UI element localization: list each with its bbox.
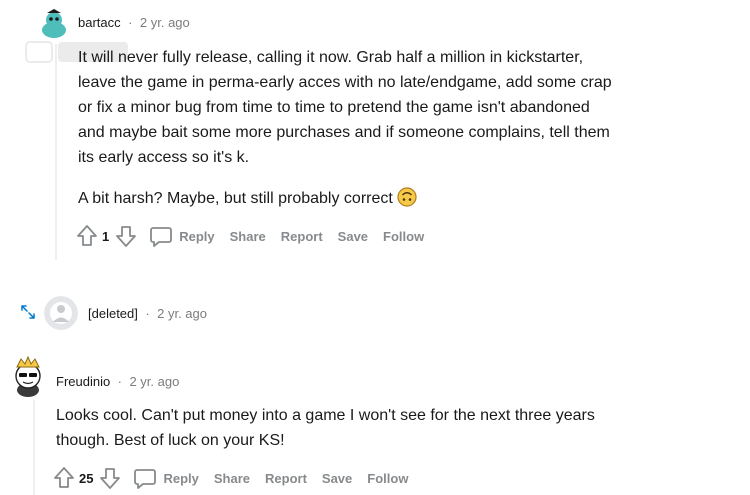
comment-body: Looks cool. Can't put money into a game … (56, 403, 746, 453)
reply-button[interactable]: Reply (179, 229, 214, 244)
save-button[interactable]: Save (322, 471, 352, 486)
downvote-icon[interactable] (99, 466, 121, 490)
vote-count: 1 (102, 228, 110, 244)
timestamp[interactable]: 2 yr. ago (157, 306, 207, 321)
expand-arrows-icon[interactable] (20, 304, 36, 320)
comment-line: leave the game in perma-early acces with… (78, 74, 612, 91)
downvote-icon[interactable] (115, 224, 137, 248)
avatar[interactable] (44, 296, 78, 330)
upside-down-face-icon (397, 187, 417, 215)
comment-line: Looks cool. Can't put money into a game … (56, 407, 595, 424)
save-button[interactable]: Save (338, 229, 368, 244)
timestamp[interactable]: 2 yr. ago (129, 374, 179, 389)
comment-line: and maybe bait some more purchases and i… (78, 124, 610, 141)
upvote-icon[interactable] (53, 466, 75, 490)
comment-line: its early access so it's k. (78, 149, 250, 166)
avatar[interactable] (37, 6, 71, 40)
meta-separator: · (128, 15, 133, 30)
comment-line: A bit harsh? Maybe, but still probably c… (78, 190, 393, 207)
report-button[interactable]: Report (281, 229, 323, 244)
username: [deleted] (88, 306, 138, 321)
meta-separator: · (145, 306, 150, 321)
username[interactable]: Freudinio (56, 374, 110, 389)
upvote-icon[interactable] (76, 224, 98, 248)
username[interactable]: bartacc (78, 15, 121, 30)
comment-line: or fix a minor bug from time to time to … (78, 99, 590, 116)
comment-bubble-icon[interactable] (133, 467, 157, 489)
thread-line[interactable] (33, 400, 35, 495)
avatar[interactable] (8, 354, 48, 398)
follow-button[interactable]: Follow (383, 229, 424, 244)
thread-line[interactable] (55, 44, 57, 260)
vote-count: 25 (79, 470, 94, 486)
comment-bubble-icon[interactable] (149, 225, 173, 247)
report-button[interactable]: Report (265, 471, 307, 486)
reply-button[interactable]: Reply (163, 471, 198, 486)
meta-separator: · (117, 374, 122, 389)
comment-line: though. Best of luck on your KS! (56, 432, 285, 449)
share-button[interactable]: Share (230, 229, 266, 244)
comment-line: It will never fully release, calling it … (78, 49, 584, 66)
comment-body: It will never fully release, calling it … (78, 45, 738, 170)
follow-button[interactable]: Follow (367, 471, 408, 486)
timestamp[interactable]: 2 yr. ago (140, 15, 190, 30)
share-button[interactable]: Share (214, 471, 250, 486)
